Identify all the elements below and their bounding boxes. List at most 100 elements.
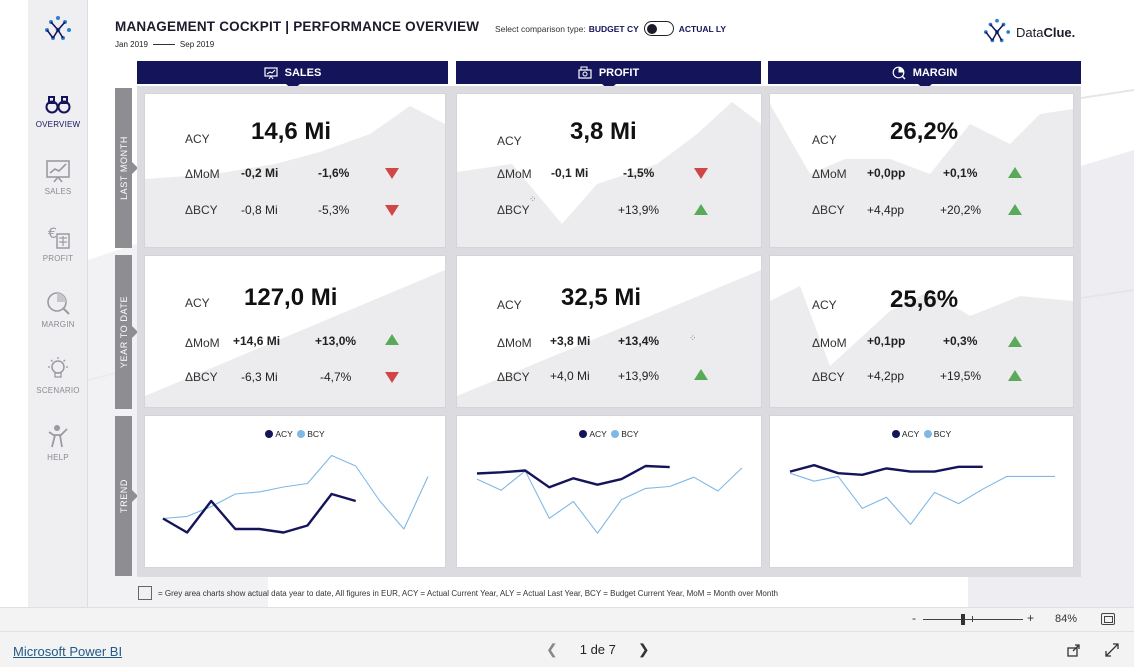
zoom-level: 84% [1055, 613, 1078, 625]
money-stack-icon [578, 66, 592, 79]
trend-up-icon [1008, 370, 1022, 381]
nav-item-help[interactable]: HELP [28, 423, 88, 485]
date-range-divider [152, 44, 175, 46]
chart-legend: ACY BCY [457, 429, 761, 439]
legend-item-bcy: BCY [297, 429, 325, 439]
column-header-sales[interactable]: SALES [137, 61, 448, 90]
nav-item-scenario[interactable]: SCENARIO [28, 356, 88, 418]
page-navigator: ❮ 1 de 7 ❯ [540, 641, 656, 658]
zoom-slider-track[interactable] [923, 619, 1023, 620]
row-label-last-month: LAST MONTH [115, 88, 138, 248]
power-bi-link[interactable]: Microsoft Power BI [13, 644, 122, 659]
next-page-button[interactable]: ❯ [632, 641, 656, 658]
grey-area-legend-swatch [138, 586, 152, 600]
report-canvas: OVERVIEW SALES € PROFIT MARGIN SCENARIO … [0, 0, 1134, 607]
chart-board-icon [46, 160, 70, 183]
card-ytd-sales[interactable]: ACY 127,0 Mi ΔMoM +14,6 Mi +13,0% ΔBCY -… [145, 256, 445, 407]
series-line-acy [162, 492, 357, 534]
comparison-option-budget[interactable]: BUDGET CY [589, 24, 639, 34]
chart-legend: ACY BCY [145, 429, 445, 439]
fullscreen-icon[interactable] [1105, 643, 1119, 657]
zoom-slider-thumb[interactable] [961, 614, 965, 625]
card-trend-margin[interactable]: ACY BCY [770, 416, 1073, 567]
date-from: Jan 2019 [115, 40, 148, 49]
series-line-acy [789, 464, 983, 476]
footnote-text: = Grey area charts show actual data year… [158, 588, 778, 598]
card-last-month-sales[interactable]: ACY 14,6 Mi ΔMoM -0,2 Mi -1,6% ΔBCY -0,8… [145, 94, 445, 247]
kpi-value: 3,8 Mi [570, 118, 637, 145]
card-trend-profit[interactable]: ACY BCY [457, 416, 761, 567]
bcy-percent: +20,2% [940, 203, 982, 217]
column-header-margin[interactable]: MARGIN [768, 61, 1081, 90]
pie-search-icon [892, 66, 906, 79]
brand-name-plain: Data [1016, 24, 1044, 40]
acy-label: ACY [497, 134, 522, 148]
nav-item-overview[interactable]: OVERVIEW [28, 94, 88, 156]
footnote: = Grey area charts show actual data year… [138, 586, 778, 600]
mom-label: ΔMoM [185, 167, 220, 181]
trend-up-icon [1008, 336, 1022, 347]
legend-label-bcy: BCY [307, 429, 325, 439]
legend-item-bcy: BCY [611, 429, 639, 439]
mom-percent: -1,5% [623, 166, 655, 180]
bcy-label: ΔBCY [185, 370, 218, 384]
card-last-month-profit[interactable]: ACY 3,8 Mi ΔMoM -0,1 Mi -1,5% ΔBCY ⁘ +13… [457, 94, 761, 247]
page-indicator: 1 de 7 [579, 642, 616, 657]
row-label-trend: TREND [115, 416, 138, 576]
area-chart-background [145, 270, 445, 407]
area-chart-background [770, 286, 1073, 407]
nav-label-margin: MARGIN [41, 320, 75, 329]
legend-label-acy: ACY [275, 429, 293, 439]
mom-label: ΔMoM [497, 336, 532, 350]
trend-up-icon [1008, 167, 1022, 178]
help-person-icon [48, 425, 68, 448]
dataclue-logo-icon [983, 18, 1011, 43]
legend-dot-bcy [611, 430, 620, 438]
nav-item-sales[interactable]: SALES [28, 159, 88, 221]
card-ytd-profit[interactable]: ACY 32,5 Mi ΔMoM +3,8 Mi +13,4% ⁘ ΔBCY +… [457, 256, 761, 407]
nav-item-margin[interactable]: MARGIN [28, 290, 88, 352]
kpi-value: 14,6 Mi [251, 118, 332, 145]
mom-absolute: -0,2 Mi [241, 166, 279, 180]
fit-to-page-icon[interactable] [1101, 613, 1115, 625]
bcy-percent: +19,5% [940, 369, 982, 383]
column-header-profit[interactable]: PROFIT [456, 61, 761, 90]
previous-page-button[interactable]: ❮ [540, 641, 564, 658]
legend-dot-acy [265, 430, 274, 438]
acy-label: ACY [185, 296, 210, 310]
card-trend-sales[interactable]: ACY BCY [145, 416, 445, 567]
nav-item-profit[interactable]: € PROFIT [28, 224, 88, 286]
nav-label-scenario: SCENARIO [36, 386, 80, 395]
nav-label-profit: PROFIT [42, 254, 74, 263]
comparison-option-actual[interactable]: ACTUAL LY [679, 24, 726, 34]
zoom-out-button[interactable]: - [912, 611, 916, 625]
column-header-margin-label: MARGIN [912, 66, 958, 79]
binoculars-icon [45, 96, 71, 114]
nav-label-help: HELP [47, 453, 69, 462]
mom-percent: +0,3% [943, 334, 978, 348]
share-icon[interactable] [1067, 643, 1081, 657]
column-header-profit-label: PROFIT [598, 66, 640, 79]
trend-up-icon [1008, 204, 1022, 215]
comparison-selector: Select comparison type: BUDGET CY ACTUAL… [495, 21, 726, 36]
mom-percent: -1,6% [318, 166, 350, 180]
card-ytd-margin[interactable]: ACY 25,6% ΔMoM +0,1pp +0,3% ΔBCY +4,2pp … [770, 256, 1073, 407]
zoom-in-button[interactable]: + [1027, 611, 1034, 625]
bottom-bar: Microsoft Power BI ❮ 1 de 7 ❯ [0, 631, 1134, 667]
legend-label-bcy: BCY [933, 429, 952, 439]
trend-down-icon [385, 168, 399, 179]
trend-down-icon [385, 372, 399, 383]
loading-spinner-icon: ⁘ [529, 194, 537, 204]
bcy-absolute: -6,3 Mi [241, 370, 278, 384]
card-last-month-margin[interactable]: ACY 26,2% ΔMoM +0,0pp +0,1% ΔBCY +4,4pp … [770, 94, 1073, 247]
series-line-bcy [476, 467, 743, 534]
page-title: MANAGEMENT COCKPIT | PERFORMANCE OVERVIE… [115, 19, 480, 34]
legend-dot-bcy [923, 430, 932, 438]
acy-label: ACY [497, 298, 522, 312]
svg-text:€: € [48, 226, 57, 242]
brand-logo: DataClue. [982, 18, 1075, 46]
kpi-value: 127,0 Mi [244, 284, 338, 311]
series-line-bcy [162, 454, 429, 530]
comparison-toggle[interactable] [643, 21, 674, 36]
mom-percent: +13,4% [618, 334, 660, 348]
